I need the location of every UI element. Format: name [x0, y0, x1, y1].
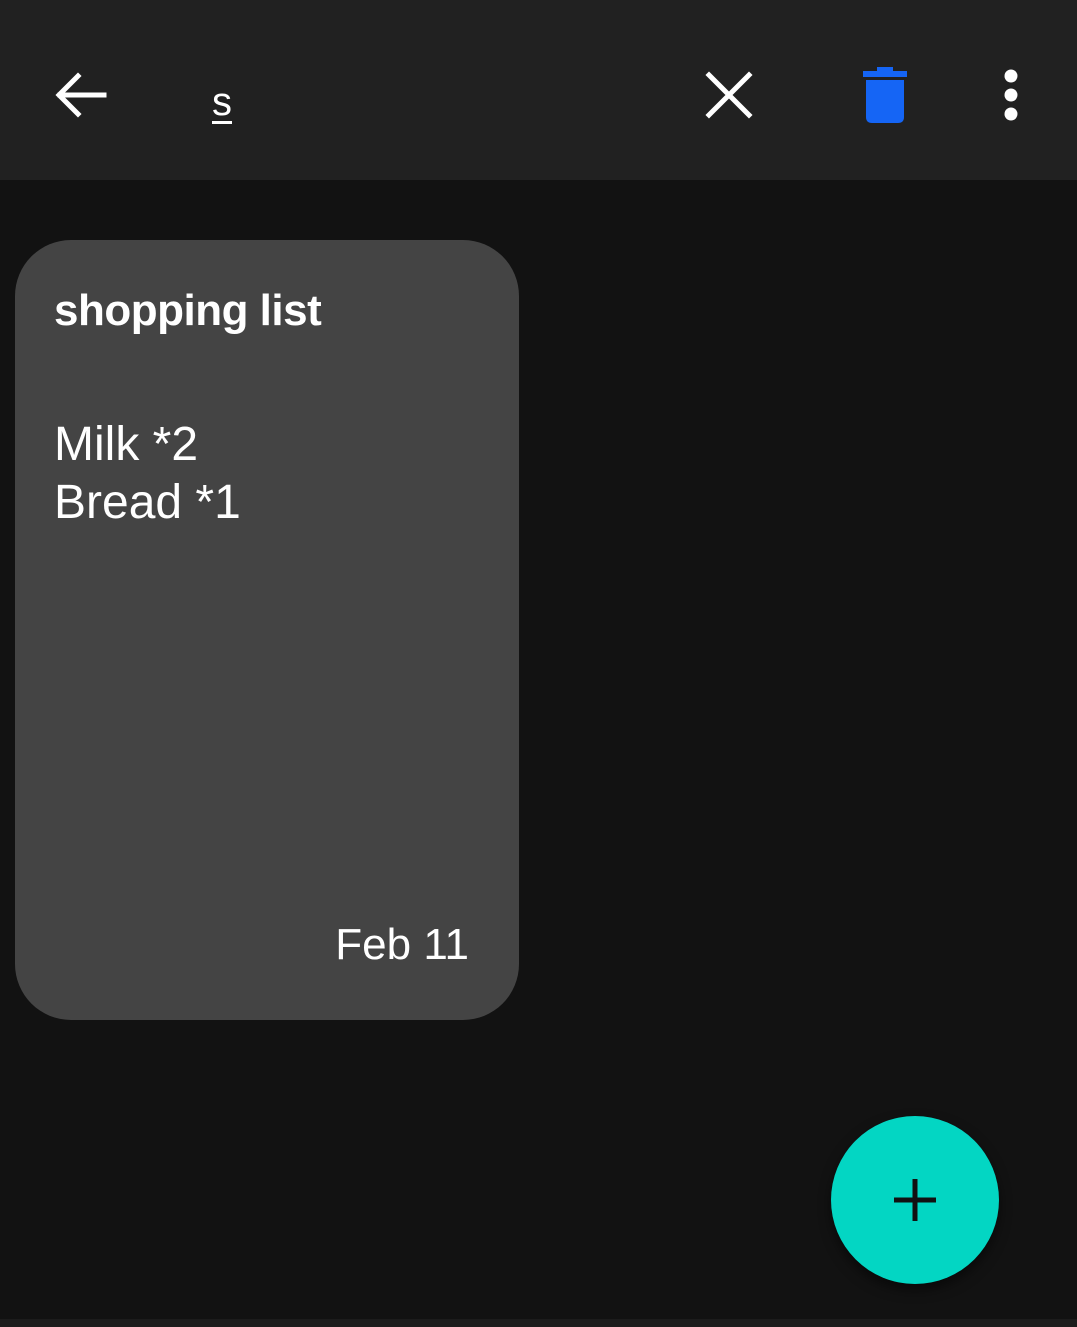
clear-search-button[interactable]: [684, 50, 774, 140]
bottom-edge: [0, 1319, 1077, 1327]
note-line: Milk *2: [54, 418, 199, 471]
arrow-left-icon: [55, 72, 107, 118]
more-vertical-icon: [1004, 69, 1018, 121]
back-button[interactable]: [36, 50, 126, 140]
close-icon: [705, 71, 753, 119]
add-note-button[interactable]: [831, 1116, 999, 1284]
more-options-button[interactable]: [966, 50, 1056, 140]
notes-app: s shopping list Milk *2 Bread *1 Feb 11: [0, 0, 1077, 1327]
search-input[interactable]: s: [190, 62, 660, 142]
note-line: Bread *1: [54, 476, 241, 529]
plus-icon: [894, 1179, 936, 1221]
note-date: Feb 11: [335, 920, 469, 969]
note-title: shopping list: [54, 286, 322, 335]
trash-icon: [863, 67, 907, 123]
search-query-text: s: [212, 79, 232, 124]
note-body: Milk *2 Bread *1: [54, 416, 494, 532]
search-toolbar: s: [0, 0, 1077, 180]
note-card[interactable]: shopping list Milk *2 Bread *1 Feb 11: [15, 240, 519, 1020]
delete-button[interactable]: [840, 50, 930, 140]
